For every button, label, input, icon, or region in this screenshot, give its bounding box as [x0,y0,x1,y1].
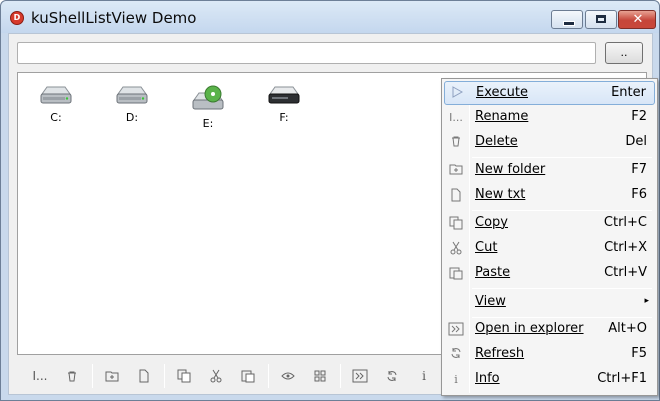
close-button[interactable]: ✕ [618,10,656,29]
menu-item-refresh[interactable]: Refresh F5 [444,343,655,367]
hard-drive-icon [116,86,148,104]
menu-item-shortcut: F5 [631,346,647,361]
paste-icon [448,266,464,282]
drive-item-c[interactable]: C: [28,85,84,131]
menu-item-label: Info [475,371,500,386]
close-icon: ✕ [632,12,644,27]
cut-icon [448,241,464,257]
menu-item-execute[interactable]: Execute Enter [444,81,655,105]
browse-button[interactable]: .. [605,42,643,64]
drive-label: C: [50,111,62,124]
menu-item-new-folder[interactable]: New folder F7 [444,159,655,183]
menu-separator [472,288,652,289]
context-menu: Execute Enter I... Rename F2 Delete Del … [441,78,658,396]
delete-icon [448,135,464,151]
menu-item-shortcut: Del [625,134,647,149]
menu-item-shortcut: Ctrl+V [604,265,647,280]
info-icon[interactable]: i [413,365,435,387]
menu-item-shortcut: Enter [611,85,646,100]
app-icon: D [10,11,24,25]
path-input[interactable] [17,42,596,64]
copy-icon[interactable] [173,365,195,387]
menu-item-open-in-explorer[interactable]: Open in explorer Alt+O [444,318,655,342]
menu-item-shortcut: F6 [631,187,647,202]
open-in-explorer-icon[interactable] [349,365,371,387]
minimize-icon [563,21,575,26]
menu-item-label: Copy [475,215,508,230]
drive-label: D: [125,111,139,124]
view-icon[interactable] [277,365,299,387]
menu-item-shortcut: Ctrl+F1 [597,371,647,386]
new-folder-icon [448,163,464,179]
minimize-button[interactable] [551,10,583,29]
execute-icon [449,86,465,102]
menu-item-label: New txt [475,187,526,202]
menu-item-rename[interactable]: I... Rename F2 [444,106,655,130]
menu-item-shortcut: F2 [631,109,647,124]
copy-icon [448,216,464,232]
menu-separator [472,157,652,158]
submenu-arrow-icon: ▸ [644,296,649,306]
maximize-button[interactable] [585,10,617,29]
menu-item-cut[interactable]: Cut Ctrl+X [444,237,655,261]
menu-item-label: View [475,294,506,309]
delete-icon[interactable] [61,365,83,387]
open-in-explorer-icon [448,322,464,338]
drive-label: E: [202,117,214,130]
drive-item-d[interactable]: D: [104,85,160,131]
cd-drive-icon [192,85,224,110]
menu-item-label: Delete [475,134,518,149]
cut-icon[interactable] [205,365,227,387]
menu-item-shortcut: Ctrl+X [604,240,647,255]
menu-item-label: Cut [475,240,498,255]
menu-item-label: New folder [475,162,546,177]
hard-drive-icon [40,86,72,104]
new-file-icon[interactable] [133,365,155,387]
menu-item-shortcut: Alt+O [608,321,647,336]
menu-item-paste[interactable]: Paste Ctrl+V [444,262,655,286]
menu-item-info[interactable]: i Info Ctrl+F1 [444,368,655,392]
refresh-icon [448,347,464,363]
maximize-icon [596,15,606,23]
rename-icon[interactable]: I... [29,365,51,387]
menu-item-delete[interactable]: Delete Del [444,131,655,155]
view-grid-icon[interactable] [309,365,331,387]
drive-item-f[interactable]: F: [256,85,312,131]
menu-item-new-txt[interactable]: New txt F6 [444,184,655,208]
menu-item-label: Execute [476,85,528,100]
window-title: kuShellListView Demo [31,9,197,27]
menu-item-label: Paste [475,265,511,280]
menu-item-view[interactable]: View ▸ [444,291,655,315]
menu-separator [472,210,652,211]
removable-drive-icon [268,86,300,104]
menu-item-shortcut: Ctrl+C [603,215,647,230]
menu-item-shortcut: F7 [631,162,647,177]
new-folder-icon[interactable] [101,365,123,387]
new-file-icon [448,188,464,204]
menu-item-label: Open in explorer [475,321,584,336]
paste-icon[interactable] [237,365,259,387]
drive-label: F: [279,111,289,124]
refresh-icon[interactable] [381,365,403,387]
info-icon: i [454,373,458,386]
title-bar[interactable]: D kuShellListView Demo ✕ [1,1,659,33]
drive-item-e[interactable]: E: [180,85,236,131]
rename-icon: I... [449,111,463,124]
menu-item-label: Refresh [475,346,525,361]
menu-item-label: Rename [475,109,529,124]
app-window: D kuShellListView Demo ✕ .. C: D: E: F: … [0,0,660,401]
menu-item-copy[interactable]: Copy Ctrl+C [444,212,655,236]
